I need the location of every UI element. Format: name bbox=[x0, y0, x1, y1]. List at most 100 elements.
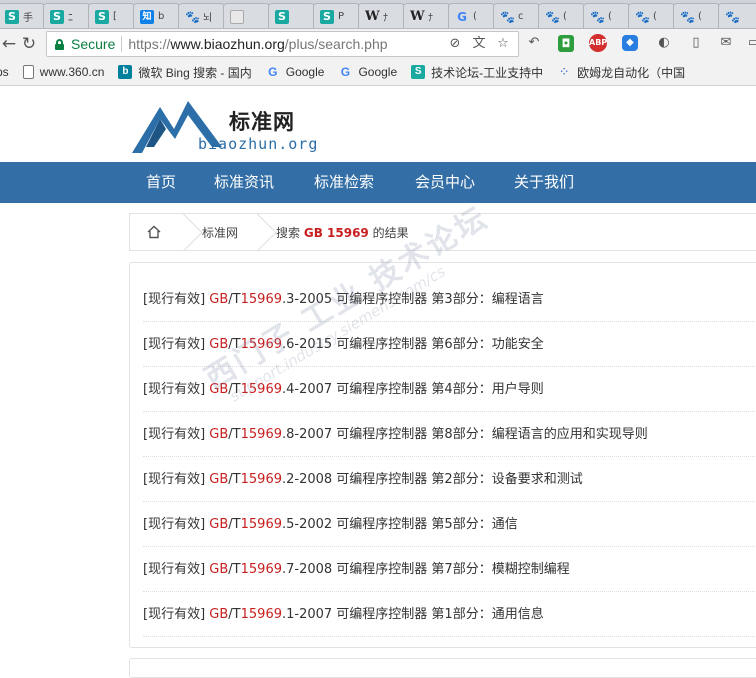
tab-favicon-icon bbox=[230, 9, 244, 24]
result-status: [现行有效] bbox=[143, 607, 206, 622]
tab-favicon-icon: W bbox=[410, 8, 425, 24]
translate-icon[interactable]: 文 bbox=[470, 35, 488, 53]
result-item[interactable]: [现行有效] GB/T15969.4-2007 可编程序控制器 第4部分：用户导… bbox=[143, 367, 756, 412]
result-status: [现行有效] bbox=[143, 472, 206, 487]
browser-tab[interactable]: 知b bbox=[133, 3, 180, 28]
nav-news[interactable]: 标准资讯 bbox=[214, 162, 274, 203]
result-item[interactable]: [现行有效] GB/T15969.8-2007 可编程序控制器 第8部分：编程语… bbox=[143, 412, 756, 457]
result-status: [现行有效] bbox=[143, 382, 206, 397]
results-panel: [现行有效] GB/T15969.3-2005 可编程序控制器 第3部分：编程语… bbox=[129, 262, 756, 648]
bookmark-item[interactable]: b 微软 Bing 搜索 - 国内 bbox=[118, 64, 252, 81]
browser-tab[interactable] bbox=[223, 3, 270, 28]
tab-favicon-icon: 🐾 bbox=[185, 9, 200, 24]
tab-favicon-icon: 🐾 bbox=[680, 9, 695, 24]
nav-search[interactable]: 标准检索 bbox=[314, 162, 374, 203]
result-rest: .2-2008 可编程序控制器 第2部分：设备要求和测试 bbox=[281, 472, 583, 487]
browser-tab[interactable]: S[ bbox=[88, 3, 135, 28]
nav-member[interactable]: 会员中心 bbox=[415, 162, 475, 203]
bookmark-label: Google bbox=[358, 65, 398, 79]
logo-domain[interactable]: biaozhun.org bbox=[198, 135, 318, 153]
cast-icon[interactable]: ▭ bbox=[744, 33, 756, 53]
result-slash: /T bbox=[228, 427, 241, 442]
result-slash: /T bbox=[228, 337, 241, 352]
bookmark-label: ps bbox=[0, 65, 9, 79]
bookmark-label: 技术论坛-工业支持中 bbox=[431, 65, 544, 80]
tab-title: 뇌 bbox=[203, 13, 213, 24]
browser-tab[interactable]: G( bbox=[448, 3, 495, 28]
breadcrumb: 标准网 搜索 GB 15969 的结果 bbox=[129, 213, 756, 251]
logo-title[interactable]: 标准网 bbox=[229, 106, 295, 136]
nav-about[interactable]: 关于我们 bbox=[514, 162, 574, 203]
browser-tab[interactable]: S手 bbox=[0, 3, 45, 28]
result-code: 15969 bbox=[240, 292, 282, 307]
browser-tab[interactable]: 🐾 bbox=[718, 3, 756, 28]
browser-tab[interactable]: Wﾅ bbox=[358, 3, 405, 28]
bookmark-item[interactable]: G Google bbox=[338, 65, 397, 79]
tab-favicon-icon: 🐾 bbox=[590, 9, 605, 24]
tab-favicon-icon: 🐾 bbox=[500, 9, 515, 24]
tab-favicon-icon: S bbox=[5, 9, 19, 24]
browser-tab[interactable]: 🐾( bbox=[628, 3, 675, 28]
blocked-popup-icon[interactable]: ⊘ bbox=[446, 35, 464, 53]
adblock-plus-icon[interactable]: ABP bbox=[589, 34, 607, 52]
result-code: 15969 bbox=[240, 562, 282, 577]
bookmark-item[interactable]: G Google bbox=[266, 65, 324, 79]
result-item[interactable]: [现行有效] GB/T15969.2-2008 可编程序控制器 第2部分：设备要… bbox=[143, 457, 756, 502]
mail-icon[interactable]: ✉ bbox=[716, 33, 736, 53]
browser-tab[interactable]: Sﾆ bbox=[43, 3, 90, 28]
gray-extension-icon[interactable]: ◐ bbox=[654, 33, 674, 53]
shield-extension-icon[interactable]: ◘ bbox=[558, 35, 574, 52]
result-slash: /T bbox=[228, 517, 241, 532]
nav-home[interactable]: 首页 bbox=[146, 162, 176, 203]
browser-tab[interactable]: S bbox=[268, 3, 315, 28]
result-status: [现行有效] bbox=[143, 337, 206, 352]
result-code: 15969 bbox=[240, 427, 282, 442]
result-slash: /T bbox=[228, 562, 241, 577]
undo-extension-icon[interactable]: ↶ bbox=[524, 33, 544, 53]
result-status: [现行有效] bbox=[143, 517, 206, 532]
url-text[interactable]: https://www.biaozhun.org/plus/search.php bbox=[128, 36, 387, 52]
result-item[interactable]: [现行有效] GB/T15969.5-2002 可编程序控制器 第5部分：通信 bbox=[143, 502, 756, 547]
back-arrow-icon[interactable]: ← bbox=[0, 33, 20, 55]
result-slash: /T bbox=[228, 382, 241, 397]
tab-title: ﾅ bbox=[383, 13, 388, 24]
result-code: 15969 bbox=[240, 472, 282, 487]
result-rest: .4-2007 可编程序控制器 第4部分：用户导则 bbox=[281, 382, 544, 397]
bookmark-item[interactable]: ⁘ 欧姆龙自动化（中国 bbox=[557, 64, 685, 81]
address-bar[interactable]: Secure https://www.biaozhun.org/plus/sea… bbox=[46, 31, 519, 57]
browser-tab[interactable]: 🐾( bbox=[673, 3, 720, 28]
bookmark-label: 欧姆龙自动化（中国 bbox=[577, 65, 686, 80]
result-item[interactable]: [现行有效] GB/T15969.7-2008 可编程序控制器 第7部分：模糊控… bbox=[143, 547, 756, 592]
result-item[interactable]: [现行有效] GB/T15969.6-2015 可编程序控制器 第6部分：功能安… bbox=[143, 322, 756, 367]
browser-tab[interactable]: 🐾( bbox=[583, 3, 630, 28]
result-status: [现行有效] bbox=[143, 562, 206, 577]
bookmark-item[interactable]: ps bbox=[0, 65, 9, 79]
result-rest: .6-2015 可编程序控制器 第6部分：功能安全 bbox=[281, 337, 544, 352]
result-item[interactable]: [现行有效] GB/T15969.3-2005 可编程序控制器 第3部分：编程语… bbox=[143, 277, 756, 322]
tab-title: ﾅ bbox=[428, 13, 433, 24]
result-rest: .1-2007 可编程序控制器 第1部分：通用信息 bbox=[281, 607, 544, 622]
bookmark-item[interactable]: S 技术论坛-工业支持中 bbox=[411, 64, 543, 81]
bookmark-item[interactable]: www.360.cn bbox=[22, 65, 104, 79]
tab-favicon-icon: G bbox=[457, 9, 467, 24]
result-status: [现行有效] bbox=[143, 427, 206, 442]
blue-extension-icon[interactable]: ◆ bbox=[622, 35, 638, 51]
browser-tab[interactable]: Wﾅ bbox=[403, 3, 450, 28]
result-code: 15969 bbox=[240, 517, 282, 532]
bookmark-favicon-icon: ⁘ bbox=[558, 64, 570, 79]
browser-tab[interactable]: 🐾 뇌 bbox=[178, 3, 225, 28]
bookmark-icon[interactable]: ▯ bbox=[686, 33, 706, 53]
tab-favicon-icon: 🐾 bbox=[635, 9, 650, 24]
bookmark-star-icon[interactable]: ☆ bbox=[494, 35, 512, 53]
browser-toolbar: ← ↻ Secure https://www.biaozhun.org/plus… bbox=[0, 29, 756, 59]
bookmark-favicon-icon: G bbox=[268, 65, 278, 79]
browser-tab[interactable]: SP bbox=[313, 3, 360, 28]
reload-icon[interactable]: ↻ bbox=[18, 33, 40, 55]
bookmark-favicon-icon bbox=[22, 65, 34, 79]
bookmark-label: 微软 Bing 搜索 - 国内 bbox=[138, 65, 252, 80]
browser-tab[interactable]: 🐾 c bbox=[493, 3, 540, 28]
result-rest: .5-2002 可编程序控制器 第5部分：通信 bbox=[281, 517, 518, 532]
browser-tab[interactable]: 🐾( bbox=[538, 3, 585, 28]
bookmark-favicon-icon: S bbox=[411, 65, 426, 79]
result-item[interactable]: [现行有效] GB/T15969.1-2007 可编程序控制器 第1部分：通用信… bbox=[143, 592, 756, 637]
